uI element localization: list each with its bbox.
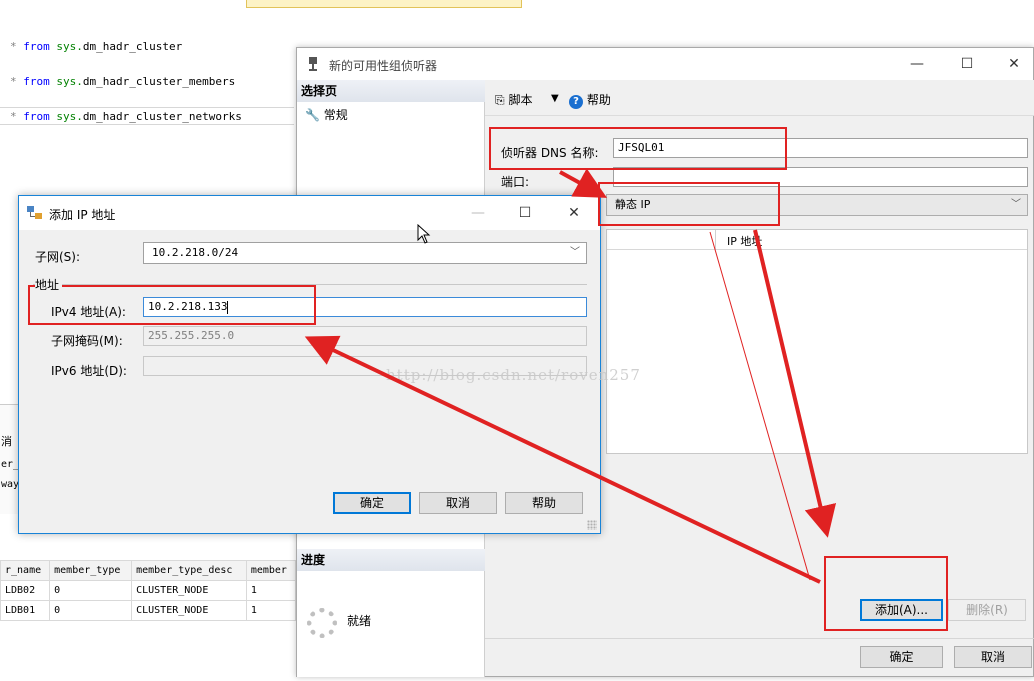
table-cell[interactable]: CLUSTER_NODE [131, 600, 247, 621]
script-label: 脚本 [508, 93, 533, 107]
sql-schema: sys. [56, 75, 83, 88]
sql-line-1[interactable]: * from sys.dm_hadr_cluster [10, 40, 182, 53]
ip-address-column-header[interactable]: IP 地址 [727, 233, 762, 249]
column-header[interactable]: r_name [0, 560, 51, 581]
dialog-toolbar: ⎘ 脚本 ▼ ? 帮助 [485, 80, 1034, 116]
wrench-icon: 🔧 [305, 108, 320, 122]
column-header[interactable]: member_type_desc [131, 560, 247, 581]
sql-line-2[interactable]: * from sys.dm_hadr_cluster_members [10, 75, 235, 88]
ip-help-button[interactable]: 帮助 [505, 492, 583, 514]
ip-cancel-button[interactable]: 取消 [419, 492, 497, 514]
remove-ip-button[interactable]: 删除(R) [948, 599, 1026, 621]
annotation-box-dns [489, 127, 787, 170]
results-header-row: r_name member_type member_type_desc memb… [0, 560, 297, 581]
column-header[interactable]: member [245, 560, 297, 581]
sql-line-3[interactable]: * from sys.dm_hadr_cluster_networks [10, 110, 242, 123]
subnet-value: 10.2.218.0/24 [152, 246, 239, 259]
table-cell[interactable]: LDB02 [0, 580, 51, 601]
select-page-header: 选择页 [297, 80, 485, 102]
table-cell[interactable]: 1 [245, 580, 297, 601]
port-label: 端口: [501, 175, 530, 189]
sql-keyword: from [23, 75, 50, 88]
cancel-button[interactable]: 取消 [954, 646, 1032, 668]
sql-prefix: * [10, 75, 24, 88]
dialog-footer-divider [485, 638, 1034, 639]
progress-spinner-icon [307, 608, 337, 638]
grid-header-row: IP 地址 [607, 230, 1027, 250]
ip-ok-button[interactable]: 确定 [333, 492, 411, 514]
mouse-pointer-icon [417, 224, 431, 244]
progress-header: 进度 [297, 549, 485, 571]
subnet-mask-label: 子网掩码(M): [51, 334, 123, 348]
listener-icon [309, 57, 317, 71]
script-dropdown-icon[interactable]: ▼ [551, 93, 559, 104]
script-icon: ⎘ [495, 93, 505, 107]
help-button[interactable]: ? 帮助 [569, 91, 611, 109]
help-icon: ? [569, 95, 583, 109]
ip-dialog-title: 添加 IP 地址 [49, 208, 116, 222]
column-header[interactable]: member_type [49, 560, 133, 581]
messages-panel: 消 er_ way [0, 404, 20, 514]
sql-prefix: * [10, 110, 24, 123]
resize-grip-icon[interactable] [587, 520, 597, 530]
messages-text-1: er_ [1, 459, 20, 470]
dialog-title: 新的可用性组侦听器 [329, 59, 438, 73]
table-cell[interactable]: 0 [49, 600, 133, 621]
messages-text-2: way [1, 479, 20, 490]
chevron-down-icon: ﹀ [1011, 199, 1021, 210]
maximize-icon[interactable]: ☐ [952, 54, 982, 74]
add-ip-address-dialog: 添加 IP 地址 — ☐ ✕ 子网(S): 10.2.218.0/24 ﹀ 地址 … [18, 195, 601, 534]
table-cell[interactable]: LDB01 [0, 600, 51, 621]
sql-prefix: * [10, 40, 24, 53]
network-icon [27, 206, 42, 219]
annotation-box-add [824, 556, 948, 631]
sql-object: dm_hadr_cluster [82, 40, 183, 53]
ip-dialog-title-bar[interactable]: 添加 IP 地址 — ☐ ✕ [19, 196, 600, 230]
active-editor-tab[interactable] [246, 0, 522, 8]
ok-button[interactable]: 确定 [860, 646, 943, 668]
subnet-label: 子网(S): [35, 250, 81, 264]
editor-tab-strip [0, 0, 530, 8]
table-row[interactable]: LDB02 0 CLUSTER_NODE 1 [0, 580, 297, 601]
close-icon[interactable]: ✕ [559, 203, 589, 223]
minimize-icon[interactable]: — [902, 54, 932, 74]
dialog-title-bar[interactable]: 新的可用性组侦听器 — ☐ ✕ [297, 48, 1033, 80]
sql-schema: sys. [56, 110, 83, 123]
sql-schema: sys. [56, 40, 83, 53]
maximize-icon[interactable]: ☐ [510, 203, 540, 223]
table-cell[interactable]: 1 [245, 600, 297, 621]
annotation-box-static-ip [598, 182, 780, 226]
script-button[interactable]: ⎘ 脚本 [495, 91, 532, 108]
minimize-icon[interactable]: — [463, 203, 493, 223]
sql-keyword: from [23, 40, 50, 53]
messages-tab[interactable]: 消 [1, 433, 12, 449]
ip-address-grid[interactable]: IP 地址 [606, 229, 1028, 454]
ipv6-label: IPv6 地址(D): [51, 364, 127, 378]
progress-status: 就绪 [347, 614, 372, 628]
sql-object: dm_hadr_cluster_members [82, 75, 236, 88]
sql-object: dm_hadr_cluster_networks [82, 110, 242, 123]
column-separator [715, 230, 716, 250]
close-icon[interactable]: ✕ [999, 54, 1029, 74]
results-grid[interactable]: r_name member_type member_type_desc memb… [0, 560, 297, 621]
page-item-general[interactable]: 🔧 常规 [305, 106, 348, 123]
table-row[interactable]: LDB01 0 CLUSTER_NODE 1 [0, 600, 297, 621]
annotation-box-ipv4 [28, 285, 316, 325]
sql-keyword: from [23, 110, 50, 123]
subnet-select[interactable]: 10.2.218.0/24 ﹀ [143, 242, 587, 264]
help-label: 帮助 [586, 93, 611, 107]
watermark-text: http://blog.csdn.net/roven257 [386, 366, 641, 384]
subnet-mask-input[interactable]: 255.255.255.0 [143, 326, 587, 346]
table-cell[interactable]: CLUSTER_NODE [131, 580, 247, 601]
chevron-down-icon: ﹀ [570, 247, 580, 258]
table-cell[interactable]: 0 [49, 580, 133, 601]
page-item-label: 常规 [323, 108, 348, 122]
address-group-label: 地址 [35, 276, 63, 293]
